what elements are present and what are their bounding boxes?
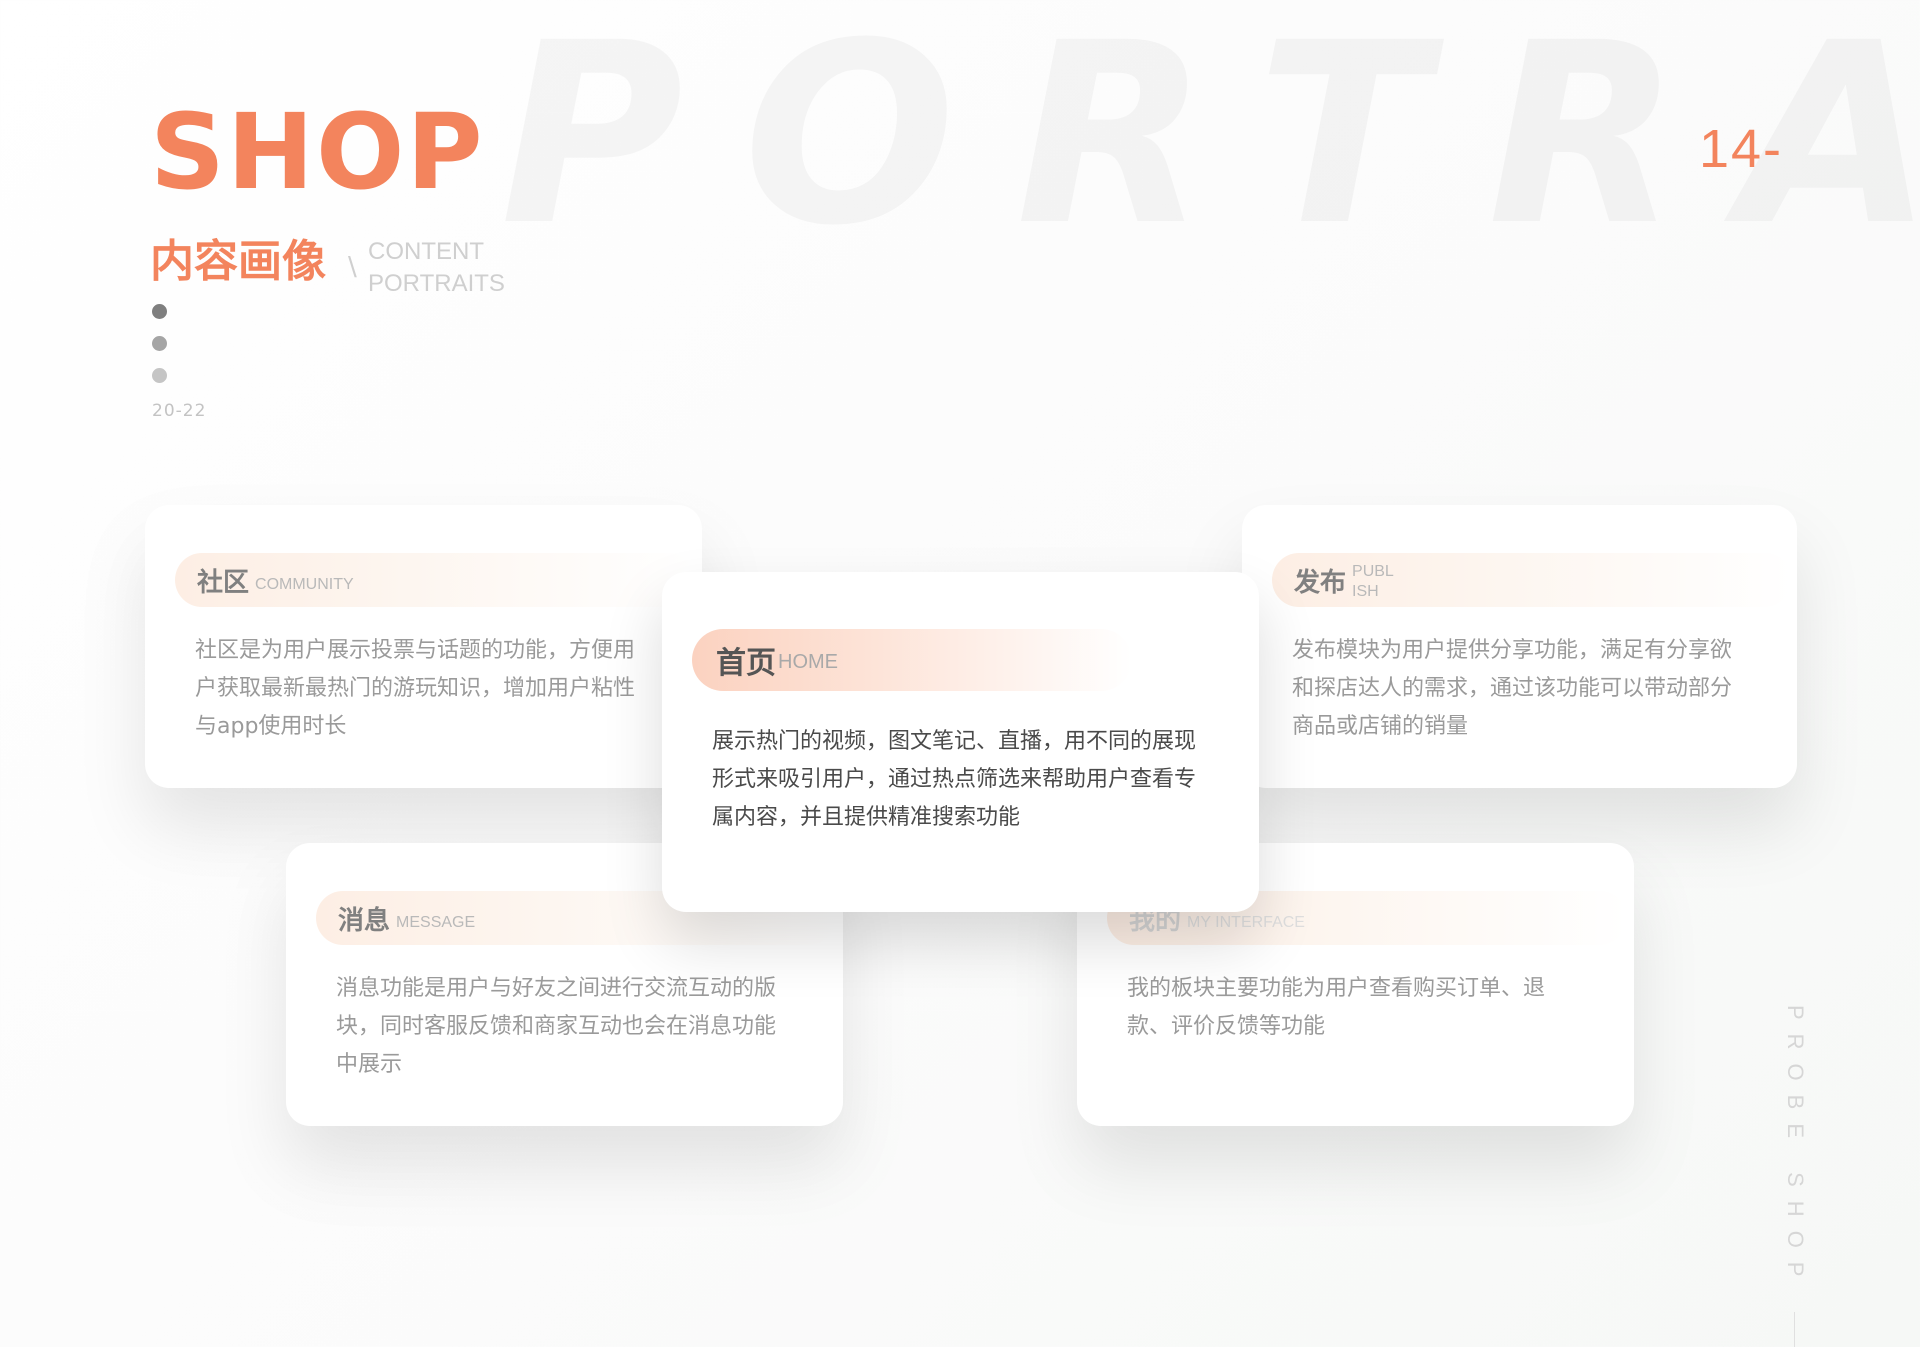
card-publish-subtitle: PUBL ISH bbox=[1352, 563, 1394, 600]
page-number: 14- bbox=[1698, 119, 1783, 179]
card-home-text: 展示热门的视频，图文笔记、直播，用不同的展现形式来吸引用户，通过热点筛选来帮助用… bbox=[712, 729, 1197, 830]
card-home-title: 首页 bbox=[716, 646, 776, 681]
side-divider bbox=[1794, 1312, 1795, 1347]
card-community-header: 社区 COMMUNITY bbox=[175, 553, 695, 607]
subtitle-english: CONTENT PORTRAITS bbox=[368, 236, 505, 300]
card-mine-text: 我的板块主要功能为用户查看购买订单、退款、评价反馈等功能 bbox=[1127, 976, 1546, 1039]
card-community-text: 社区是为用户展示投票与话题的功能，方便用户获取最新最热门的游玩知识，增加用户粘性… bbox=[195, 638, 636, 739]
card-message-subtitle: MESSAGE bbox=[396, 914, 476, 931]
card-community-subtitle: COMMUNITY bbox=[255, 576, 354, 593]
card-publish: 发布 PUBL ISH 发布模块为用户提供分享功能，满足有分享欲和探店达人的需求… bbox=[1242, 505, 1797, 788]
page-title: SHOP bbox=[150, 91, 485, 213]
subtitle-english-line1: CONTENT bbox=[368, 238, 484, 265]
card-publish-title: 发布 bbox=[1294, 567, 1347, 598]
subtitle-english-line2: PORTRAITS bbox=[368, 270, 505, 297]
card-home-header: 首页 HOME bbox=[692, 629, 1132, 691]
year-range: 20-22 bbox=[152, 401, 207, 421]
card-community-title: 社区 bbox=[197, 567, 250, 598]
decor-dot-2 bbox=[152, 336, 167, 351]
side-label: PROBE SHOP bbox=[1783, 1005, 1808, 1291]
card-mine-subtitle: MY INTERFACE bbox=[1187, 914, 1305, 931]
card-home-subtitle: HOME bbox=[778, 650, 838, 673]
card-publish-header: 发布 PUBL ISH bbox=[1272, 553, 1792, 607]
card-community: 社区 COMMUNITY 社区是为用户展示投票与话题的功能，方便用户获取最新最热… bbox=[145, 505, 702, 788]
decor-dot-3 bbox=[152, 368, 167, 383]
card-message-text: 消息功能是用户与好友之间进行交流互动的版块，同时客服反馈和商家互动也会在消息功能… bbox=[336, 976, 777, 1077]
card-home: 首页 HOME 展示热门的视频，图文笔记、直播，用不同的展现形式来吸引用户，通过… bbox=[662, 572, 1259, 912]
subtitle-chinese: 内容画像 bbox=[150, 236, 326, 287]
decor-dot-1 bbox=[152, 304, 167, 319]
card-message-title: 消息 bbox=[338, 905, 391, 936]
subtitle-separator: \ bbox=[348, 252, 357, 282]
card-publish-text: 发布模块为用户提供分享功能，满足有分享欲和探店达人的需求，通过该功能可以带动部分… bbox=[1292, 638, 1733, 739]
